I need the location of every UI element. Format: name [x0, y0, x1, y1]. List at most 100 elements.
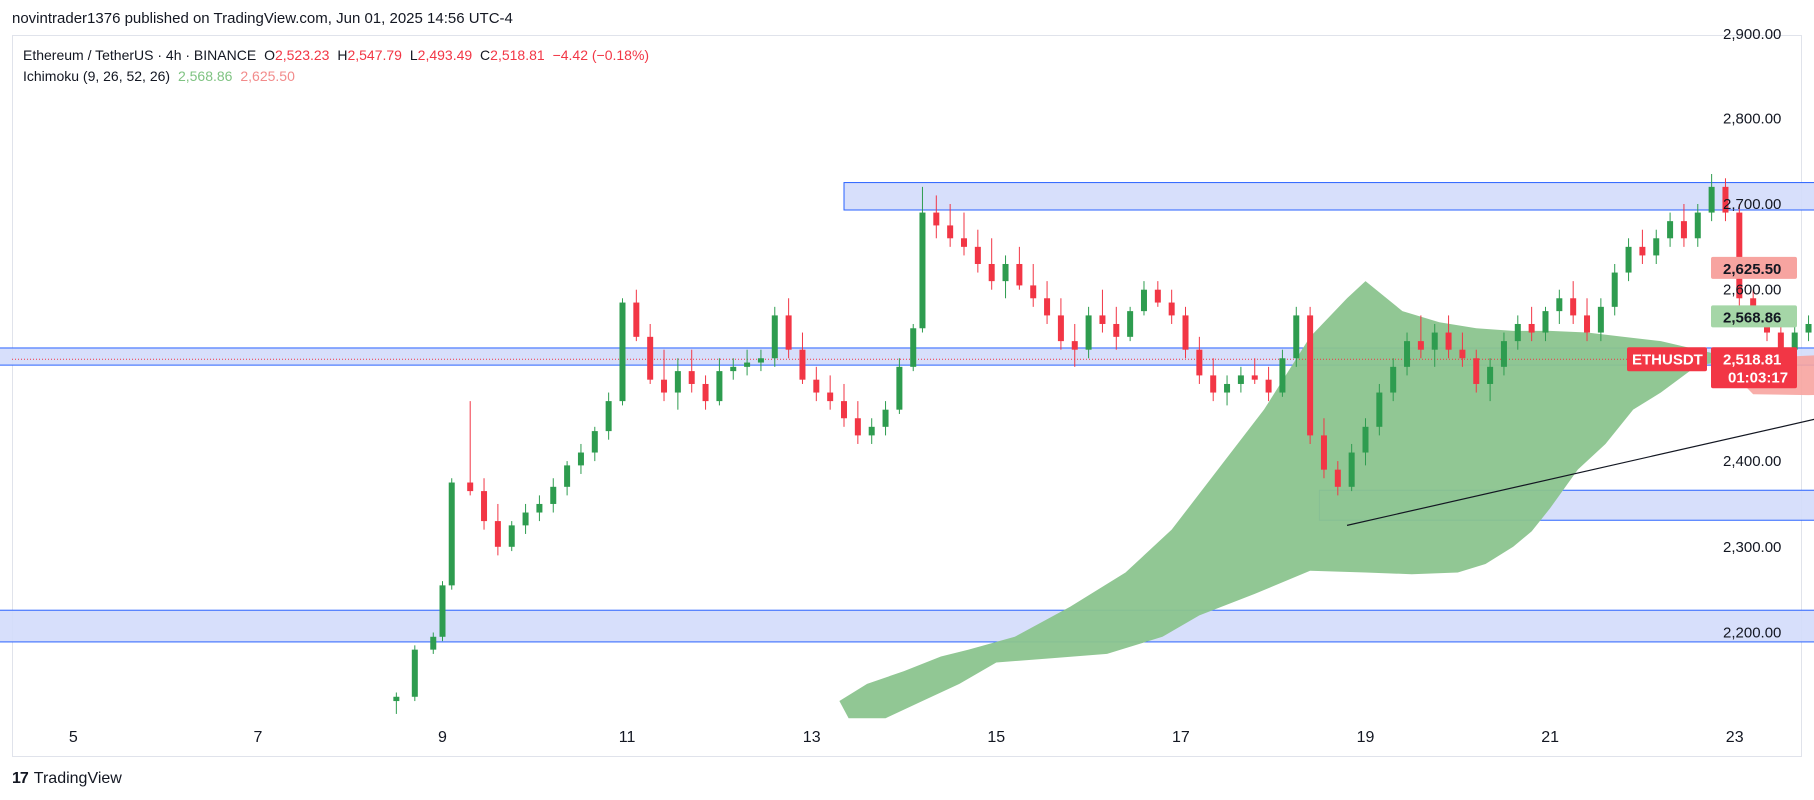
candle[interactable] — [1611, 272, 1618, 307]
candle[interactable] — [1500, 341, 1507, 367]
candle[interactable] — [854, 418, 861, 436]
candle[interactable] — [1584, 315, 1591, 333]
candle[interactable] — [1487, 366, 1494, 384]
candle[interactable] — [1140, 289, 1147, 312]
candle[interactable] — [393, 696, 400, 702]
candle[interactable] — [1224, 383, 1231, 393]
candle[interactable] — [1348, 452, 1355, 487]
candle[interactable] — [1528, 323, 1535, 333]
candle[interactable] — [1071, 341, 1078, 350]
candle[interactable] — [577, 452, 584, 466]
candle[interactable] — [785, 315, 792, 350]
candle[interactable] — [633, 302, 640, 337]
indicator-label[interactable]: Ichimoku (9, 26, 52, 26) — [23, 68, 170, 84]
candle[interactable] — [799, 349, 806, 380]
price-chart[interactable]: 27132511235922332,200.002,300.002,400.00… — [0, 0, 1814, 800]
candle[interactable] — [933, 212, 940, 226]
candle[interactable] — [1777, 332, 1784, 350]
candle[interactable] — [988, 263, 995, 282]
candle[interactable] — [1320, 435, 1327, 470]
candle[interactable] — [411, 649, 418, 697]
candle[interactable] — [1805, 323, 1812, 333]
candle[interactable] — [439, 585, 446, 637]
candle[interactable] — [1694, 212, 1701, 239]
candle[interactable] — [591, 431, 598, 453]
candle[interactable] — [430, 636, 437, 650]
candle[interactable] — [448, 482, 455, 586]
candle[interactable] — [1293, 315, 1300, 359]
candle[interactable] — [1390, 366, 1397, 393]
candle[interactable] — [1791, 332, 1798, 350]
candle[interactable] — [1556, 298, 1563, 312]
candle[interactable] — [1127, 311, 1134, 337]
candle[interactable] — [647, 336, 654, 380]
candle[interactable] — [1168, 302, 1175, 316]
candle[interactable] — [1473, 358, 1480, 384]
candle[interactable] — [841, 401, 848, 419]
candle[interactable] — [1431, 332, 1438, 350]
candle[interactable] — [1570, 298, 1577, 316]
candle[interactable] — [1404, 341, 1411, 367]
candle[interactable] — [1113, 323, 1120, 337]
candle[interactable] — [771, 315, 778, 359]
candle[interactable] — [1044, 298, 1051, 316]
candle[interactable] — [1653, 238, 1660, 256]
candle[interactable] — [1196, 349, 1203, 376]
candle[interactable] — [1334, 469, 1341, 487]
tradingview-logo-icon[interactable]: 17 — [12, 770, 29, 788]
candle[interactable] — [1667, 221, 1674, 239]
candle[interactable] — [730, 366, 737, 372]
candle[interactable] — [1002, 263, 1009, 282]
candle[interactable] — [960, 238, 967, 247]
candle[interactable] — [1265, 379, 1272, 393]
zone-2233[interactable] — [0, 609, 1814, 643]
candle[interactable] — [1085, 315, 1092, 350]
candle[interactable] — [1210, 375, 1217, 393]
candle[interactable] — [827, 392, 834, 402]
candle[interactable] — [1251, 375, 1258, 380]
candle[interactable] — [1417, 341, 1424, 350]
candle[interactable] — [467, 482, 474, 492]
candle[interactable] — [744, 362, 751, 367]
candle[interactable] — [813, 379, 820, 393]
candle[interactable] — [882, 409, 889, 427]
zone-2713[interactable] — [843, 182, 1814, 211]
candle[interactable] — [1542, 311, 1549, 333]
candle[interactable] — [757, 358, 764, 363]
candle[interactable] — [661, 379, 668, 393]
candle[interactable] — [508, 525, 515, 547]
candle[interactable] — [564, 465, 571, 487]
candle[interactable] — [605, 401, 612, 432]
candle[interactable] — [550, 486, 557, 504]
candle[interactable] — [1680, 221, 1687, 239]
symbol-label[interactable]: Ethereum / TetherUS · 4h · BINANCE — [23, 47, 256, 63]
candle[interactable] — [1307, 315, 1314, 436]
candle[interactable] — [1376, 392, 1383, 427]
candle[interactable] — [1625, 246, 1632, 273]
candle[interactable] — [1708, 186, 1715, 213]
candle[interactable] — [716, 371, 723, 402]
candle[interactable] — [896, 366, 903, 410]
candle[interactable] — [1639, 246, 1646, 256]
candle[interactable] — [947, 225, 954, 239]
candle[interactable] — [674, 371, 681, 393]
candle[interactable] — [522, 512, 529, 526]
candle[interactable] — [536, 503, 543, 513]
candle[interactable] — [1514, 323, 1521, 342]
candle[interactable] — [619, 302, 626, 402]
candle[interactable] — [494, 521, 501, 547]
candle[interactable] — [919, 212, 926, 329]
candle[interactable] — [1597, 306, 1604, 333]
candle[interactable] — [1445, 332, 1452, 350]
candle[interactable] — [481, 491, 488, 522]
candle[interactable] — [688, 371, 695, 384]
candle[interactable] — [910, 328, 917, 367]
candle[interactable] — [974, 246, 981, 264]
candle[interactable] — [1099, 315, 1106, 324]
candle[interactable] — [1182, 315, 1189, 350]
candle[interactable] — [1279, 358, 1286, 393]
tradingview-brand[interactable]: TradingView — [34, 770, 122, 788]
candle[interactable] — [702, 383, 709, 402]
candle[interactable] — [1057, 315, 1064, 342]
candle[interactable] — [1362, 426, 1369, 453]
